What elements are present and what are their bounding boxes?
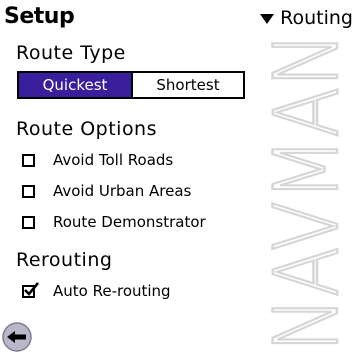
routing-menu-label: Routing — [280, 7, 353, 29]
navman-watermark: NAVMAN — [263, 0, 353, 355]
checkmark-icon — [24, 281, 39, 296]
avoid-toll-roads-checkbox[interactable] — [22, 153, 35, 167]
triangle-down-icon — [260, 14, 275, 24]
watermark-text: NAVMAN — [263, 32, 353, 352]
route-demonstrator-label: Route Demonstrator — [53, 213, 206, 231]
avoid-toll-roads-option[interactable]: Avoid Toll Roads — [22, 151, 173, 169]
route-type-shortest-button[interactable]: Shortest — [131, 73, 243, 97]
route-options-heading: Route Options — [16, 118, 158, 140]
avoid-urban-areas-checkbox[interactable] — [22, 184, 35, 198]
routing-menu-trigger[interactable]: Routing — [260, 7, 353, 29]
avoid-toll-roads-label: Avoid Toll Roads — [53, 151, 174, 169]
auto-rerouting-label: Auto Re-routing — [53, 282, 171, 300]
route-type-selector: Quickest Shortest — [17, 71, 245, 99]
auto-rerouting-checkbox[interactable] — [22, 281, 39, 298]
rerouting-heading: Rerouting — [16, 249, 113, 271]
auto-rerouting-option[interactable]: Auto Re-routing — [22, 281, 171, 300]
route-type-heading: Route Type — [16, 42, 126, 64]
route-type-quickest-button[interactable]: Quickest — [19, 73, 131, 97]
page-title: Setup — [4, 4, 75, 29]
avoid-urban-areas-option[interactable]: Avoid Urban Areas — [22, 182, 191, 200]
route-demonstrator-option[interactable]: Route Demonstrator — [22, 213, 206, 231]
back-button[interactable] — [2, 322, 32, 352]
back-arrow-icon — [2, 322, 32, 352]
route-demonstrator-checkbox[interactable] — [22, 215, 35, 229]
avoid-urban-areas-label: Avoid Urban Areas — [53, 182, 192, 200]
